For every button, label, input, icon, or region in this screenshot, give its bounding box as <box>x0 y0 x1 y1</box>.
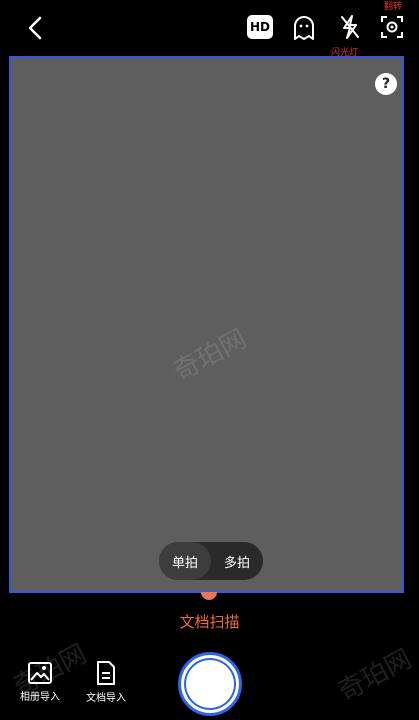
multi-shot-tab[interactable]: 多拍 <box>211 542 263 580</box>
hd-label: HD <box>249 20 270 34</box>
shot-mode-toggle[interactable]: 单拍 多拍 <box>159 542 263 580</box>
scan-mode-label[interactable]: 文档扫描 <box>0 611 419 632</box>
back-arrow-icon[interactable] <box>22 14 50 42</box>
help-button[interactable]: ? <box>375 73 397 95</box>
shutter-button[interactable] <box>178 652 242 716</box>
camera-preview[interactable] <box>9 56 404 593</box>
doc-import-button[interactable]: 文档导入 <box>86 661 126 704</box>
ghost-filter-icon[interactable] <box>292 15 316 41</box>
camera-annotation: 翻转 <box>384 2 403 12</box>
doc-import-label: 文档导入 <box>86 693 126 704</box>
camera-switch-icon[interactable] <box>380 15 404 39</box>
mode-indicator-dot <box>201 592 217 600</box>
hd-button[interactable]: HD <box>247 15 273 39</box>
help-label: ? <box>381 76 391 92</box>
watermark-bottom-right: 奇珀网 <box>333 644 417 708</box>
document-icon <box>97 661 115 685</box>
single-shot-tab[interactable]: 单拍 <box>159 542 211 580</box>
flash-off-icon[interactable] <box>338 14 362 40</box>
